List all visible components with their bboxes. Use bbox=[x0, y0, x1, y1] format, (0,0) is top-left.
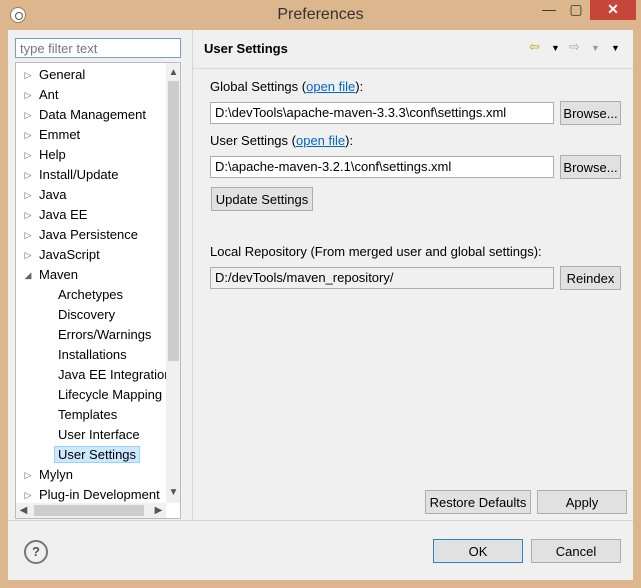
tree-item-label: Templates bbox=[58, 407, 118, 422]
tree-item[interactable]: User Settings bbox=[54, 445, 141, 465]
tree-item-label: Ant bbox=[39, 87, 59, 102]
scroll-up-icon[interactable]: ▲ bbox=[166, 65, 180, 81]
tree-item[interactable]: Lifecycle Mapping bbox=[58, 385, 162, 405]
tree-item-label: Data Management bbox=[39, 107, 146, 122]
global-browse-button[interactable]: Browse... bbox=[560, 101, 621, 125]
tree-item-label: General bbox=[39, 67, 86, 82]
tree-item-label: Help bbox=[39, 147, 66, 162]
tree-horizontal-scrollbar[interactable]: ◀ ▶ bbox=[16, 503, 166, 518]
filter-input[interactable] bbox=[15, 38, 181, 58]
dialog-body: ▷General▷Ant▷Data Management▷Emmet▷Help▷… bbox=[8, 30, 633, 580]
tree-item[interactable]: Java EE Integration bbox=[58, 365, 171, 385]
forward-menu-chevron-icon[interactable]: ▼ bbox=[591, 43, 600, 53]
global-open-file-link[interactable]: open file bbox=[306, 79, 355, 94]
tree-item[interactable]: ▷ Ant bbox=[25, 85, 59, 105]
tree-item-label: Java Persistence bbox=[39, 227, 138, 242]
tree-item[interactable]: ▷ Plug-in Development bbox=[25, 485, 160, 505]
scroll-thumb[interactable] bbox=[168, 81, 179, 361]
update-settings-button[interactable]: Update Settings bbox=[211, 187, 313, 211]
tree-item[interactable]: Templates bbox=[58, 405, 117, 425]
tree-expand-icon[interactable]: ▷ bbox=[22, 105, 34, 125]
tree-item[interactable]: ▷ Java EE bbox=[25, 205, 88, 225]
tree-item[interactable]: ◢ Maven bbox=[25, 265, 79, 285]
tree-expand-icon[interactable]: ▷ bbox=[22, 205, 34, 225]
apply-button[interactable]: Apply bbox=[537, 490, 627, 514]
tree-item[interactable]: ▷ JavaScript bbox=[25, 245, 100, 265]
tree-expand-icon[interactable]: ▷ bbox=[22, 125, 34, 145]
preferences-window: Preferences — ▢ ✕ ▷ General ▷ Ant ▷ Data Mana… bbox=[0, 0, 641, 588]
tree-item[interactable]: ▷ General bbox=[25, 65, 86, 85]
tree-item-label: User Interface bbox=[58, 427, 140, 442]
bottom-separator bbox=[8, 520, 633, 521]
scroll-thumb-horizontal[interactable] bbox=[34, 505, 144, 516]
preference-tree[interactable]: ▷ General ▷ Ant ▷ Data Management ▷ Emmet ▷ Help ▷… bbox=[15, 62, 181, 519]
tree-item-label: Installations bbox=[58, 347, 127, 362]
tree-item[interactable]: ▷ Data Management bbox=[25, 105, 146, 125]
tree-item-label: Lifecycle Mapping bbox=[58, 387, 163, 402]
maximize-button[interactable]: ▢ bbox=[563, 0, 589, 20]
tree-item-label: Maven bbox=[39, 267, 79, 282]
scroll-right-icon[interactable]: ▶ bbox=[151, 503, 166, 518]
tree-expand-icon[interactable]: ▷ bbox=[22, 85, 34, 105]
tree-item-label: Java bbox=[39, 187, 67, 202]
tree-vertical-scrollbar[interactable]: ▲ ▼ bbox=[166, 63, 180, 503]
tree-item-label: Mylyn bbox=[39, 467, 73, 482]
user-open-file-link[interactable]: open file bbox=[296, 133, 345, 148]
tree-item[interactable]: ▷ Java bbox=[25, 185, 67, 205]
user-settings-label: User Settings (open file): bbox=[210, 133, 354, 148]
forward-arrow-icon[interactable]: ⇨ bbox=[569, 39, 580, 55]
view-menu-chevron-icon[interactable]: ▼ bbox=[611, 43, 620, 53]
tree-item[interactable]: ▷ Help bbox=[25, 145, 66, 165]
tree-item-label: Archetypes bbox=[58, 287, 124, 302]
tree-item[interactable]: Archetypes bbox=[58, 285, 123, 305]
scroll-left-icon[interactable]: ◀ bbox=[16, 503, 31, 518]
scroll-down-icon[interactable]: ▼ bbox=[166, 485, 180, 501]
reindex-button[interactable]: Reindex bbox=[560, 266, 621, 290]
tree-item[interactable]: ▷ Mylyn bbox=[25, 465, 73, 485]
back-arrow-icon[interactable]: ⇦ bbox=[529, 39, 540, 55]
cancel-button[interactable]: Cancel bbox=[531, 539, 621, 563]
tree-expand-icon[interactable]: ▷ bbox=[22, 485, 34, 505]
user-settings-field[interactable]: D:\apache-maven-3.2.1\conf\settings.xml bbox=[210, 156, 554, 178]
tree-item[interactable]: ▷ Java Persistence bbox=[25, 225, 138, 245]
tree-item[interactable]: User Interface bbox=[58, 425, 140, 445]
global-settings-field[interactable]: D:\devTools\apache-maven-3.3.3\conf\sett… bbox=[210, 102, 554, 124]
tree-item[interactable]: Discovery bbox=[58, 305, 115, 325]
local-repository-label: Local Repository (From merged user and g… bbox=[210, 244, 542, 259]
tree-expand-icon[interactable]: ▷ bbox=[22, 245, 34, 265]
tree-item-label: Plug-in Development bbox=[39, 487, 160, 502]
tree-item-label: Java EE bbox=[39, 207, 88, 222]
tree-expand-icon[interactable]: ▷ bbox=[22, 145, 34, 165]
tree-item[interactable]: Installations bbox=[58, 345, 127, 365]
tree-item-label: JavaScript bbox=[39, 247, 100, 262]
tree-expand-icon[interactable]: ▷ bbox=[22, 225, 34, 245]
local-repository-field: D:/devTools/maven_repository/ bbox=[210, 267, 554, 289]
user-browse-button[interactable]: Browse... bbox=[560, 155, 621, 179]
tree-item[interactable]: ▷ Install/Update bbox=[25, 165, 119, 185]
title-bar: Preferences — ▢ ✕ bbox=[0, 0, 641, 30]
restore-defaults-button[interactable]: Restore Defaults bbox=[425, 490, 531, 514]
tree-item-label: Java EE Integration bbox=[58, 367, 172, 382]
pane-divider bbox=[192, 30, 193, 520]
header-separator bbox=[193, 68, 633, 69]
tree-item[interactable]: Errors/Warnings bbox=[58, 325, 151, 345]
tree-expand-icon[interactable]: ▷ bbox=[22, 185, 34, 205]
close-button[interactable]: ✕ bbox=[590, 0, 636, 20]
tree-expand-icon[interactable]: ▷ bbox=[22, 65, 34, 85]
page-title: User Settings bbox=[204, 41, 288, 56]
back-menu-chevron-icon[interactable]: ▼ bbox=[551, 43, 560, 53]
tree-item-label: Errors/Warnings bbox=[58, 327, 152, 342]
tree-item[interactable]: ▷ Emmet bbox=[25, 125, 81, 145]
tree-item-label: User Settings bbox=[54, 446, 141, 463]
tree-item-label: Emmet bbox=[39, 127, 81, 142]
minimize-button[interactable]: — bbox=[536, 0, 562, 20]
tree-item-label: Install/Update bbox=[39, 167, 119, 182]
tree-collapse-icon[interactable]: ◢ bbox=[22, 265, 34, 285]
tree-expand-icon[interactable]: ▷ bbox=[22, 465, 34, 485]
tree-item-label: Discovery bbox=[58, 307, 116, 322]
global-settings-label: Global Settings (open file): bbox=[210, 79, 364, 94]
tree-expand-icon[interactable]: ▷ bbox=[22, 165, 34, 185]
help-icon[interactable]: ? bbox=[24, 540, 48, 564]
ok-button[interactable]: OK bbox=[433, 539, 523, 563]
